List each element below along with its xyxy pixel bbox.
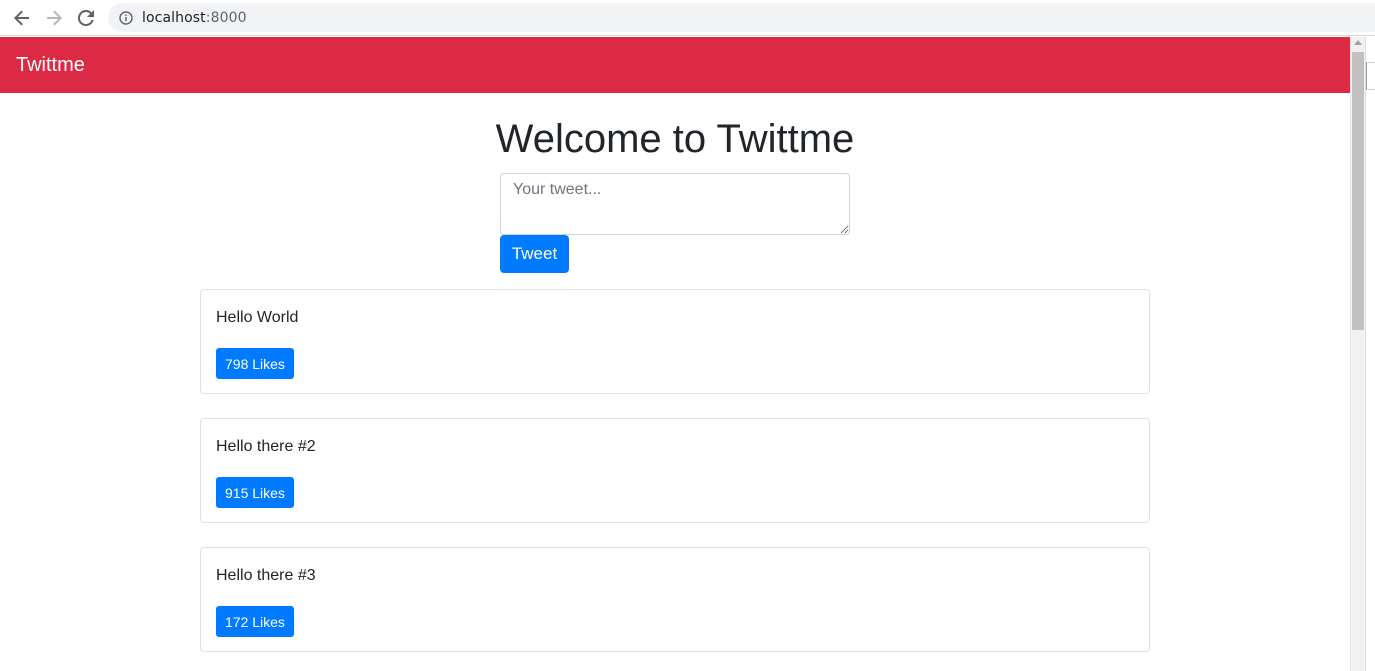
tweet-input[interactable] xyxy=(500,173,850,235)
url-host: localhost xyxy=(142,9,206,26)
gutter-handle xyxy=(1366,62,1375,90)
url-port: :8000 xyxy=(205,9,247,26)
reload-icon xyxy=(78,10,94,26)
tweet-text: Hello there #3 xyxy=(216,567,316,584)
like-button[interactable]: 172 Likes xyxy=(216,606,294,637)
page-viewport: Twittme Welcome to Twittme Tweet Hello W… xyxy=(0,37,1350,671)
scroll-thumb[interactable] xyxy=(1352,52,1364,330)
scroll-up-arrow-icon[interactable] xyxy=(1354,40,1362,45)
browser-toolbar: localhost:8000 xyxy=(0,0,1375,36)
address-bar[interactable]: localhost:8000 xyxy=(108,3,1375,32)
tweet-text: Hello World xyxy=(216,309,299,326)
tweet-card: Hello there #3 172 Likes xyxy=(200,547,1150,652)
tweet-list: Hello World 798 Likes Hello there #2 915… xyxy=(200,289,1150,671)
arrow-right-icon xyxy=(47,10,62,26)
navbar-brand[interactable]: Twittme xyxy=(16,55,85,75)
page-title: Welcome to Twittme xyxy=(495,117,855,161)
tweet-form: Tweet xyxy=(500,173,850,273)
tweet-button[interactable]: Tweet xyxy=(500,235,569,273)
arrow-left-icon xyxy=(14,10,29,26)
reload-button[interactable] xyxy=(74,6,98,30)
page-scrollbar[interactable] xyxy=(1350,37,1365,671)
tweet-card: Hello there #2 915 Likes xyxy=(200,418,1150,523)
navbar: Twittme xyxy=(0,37,1350,93)
tweet-card: Hello World 798 Likes xyxy=(200,289,1150,394)
info-icon[interactable] xyxy=(119,10,133,25)
back-button[interactable] xyxy=(10,6,34,30)
like-button[interactable]: 798 Likes xyxy=(216,348,294,379)
tweet-text: Hello there #2 xyxy=(216,438,316,455)
forward-button[interactable] xyxy=(42,6,66,30)
devtools-gutter xyxy=(1365,37,1375,671)
url-text[interactable]: localhost:8000 xyxy=(142,10,247,26)
like-button[interactable]: 915 Likes xyxy=(216,477,294,508)
